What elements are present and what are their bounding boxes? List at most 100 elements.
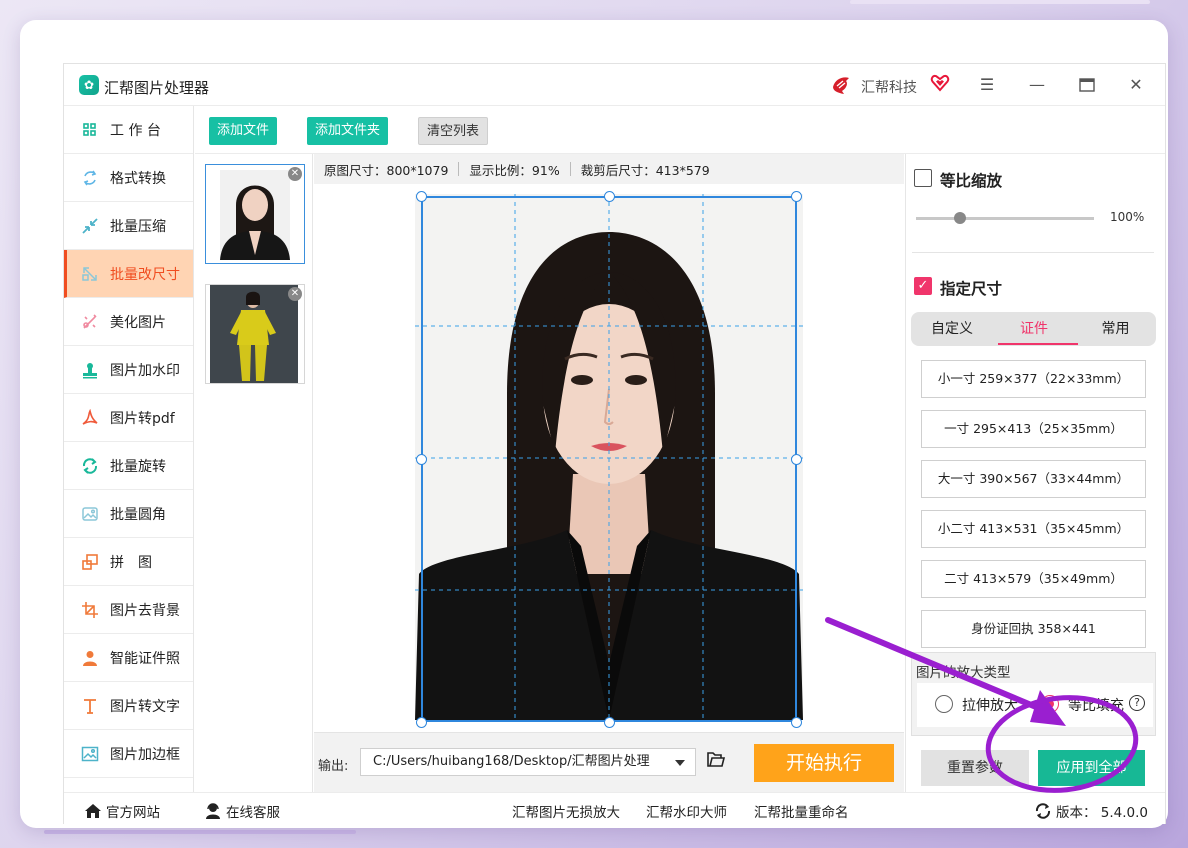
support-icon bbox=[206, 803, 220, 819]
chevron-down-icon[interactable] bbox=[675, 760, 685, 766]
file-thumbnail[interactable]: ✕ bbox=[205, 284, 305, 384]
heart-icon[interactable] bbox=[930, 73, 950, 93]
crop-size: 裁剪后尺寸：413*579 bbox=[580, 162, 710, 178]
size-option-button[interactable]: 一寸 295×413（25×35mm） bbox=[921, 410, 1146, 448]
proportional-checkbox[interactable] bbox=[914, 169, 932, 187]
sidebar-item-label: 图片加水印 bbox=[110, 362, 180, 379]
crop-icon bbox=[80, 600, 100, 620]
maximize-icon[interactable] bbox=[1075, 74, 1099, 96]
scale-percent: 100% bbox=[1110, 210, 1145, 224]
specified-size-checkbox[interactable]: ✓ bbox=[914, 277, 932, 295]
sidebar: 工 作 台 格式转换 批量压缩 批量改尺寸 美化图片 图片加水印 图片转pdf bbox=[64, 106, 194, 792]
app-logo-icon: ✿ bbox=[79, 75, 99, 95]
yellow-suit-thumbnail-image bbox=[210, 285, 298, 383]
footer-link[interactable]: 汇帮批量重命名 bbox=[754, 801, 849, 821]
minimize-icon[interactable]: — bbox=[1025, 74, 1049, 96]
crop-handle[interactable] bbox=[791, 191, 802, 202]
footer-link[interactable]: 汇帮图片无损放大 bbox=[512, 801, 620, 821]
sidebar-item-resize[interactable]: 批量改尺寸 bbox=[64, 250, 193, 298]
sidebar-item-beautify[interactable]: 美化图片 bbox=[64, 298, 193, 346]
sidebar-item-frame[interactable]: 图片加边框 bbox=[64, 730, 193, 778]
tab-common[interactable]: 常用 bbox=[1075, 312, 1156, 346]
sidebar-item-label: 图片转文字 bbox=[110, 698, 180, 715]
crop-handle[interactable] bbox=[791, 717, 802, 728]
tab-id[interactable]: 证件 bbox=[993, 312, 1075, 346]
scale-slider-handle[interactable] bbox=[954, 212, 966, 224]
output-bar: 输出: C:/Users/huibang168/Desktop/汇帮图片处理 开… bbox=[314, 732, 904, 792]
window-card: ✿ 汇帮图片处理器 汇帮科技 ☰ — ✕ 工 作 台 格式转换 批量压缩 批量改… bbox=[20, 20, 1168, 828]
folder-icon[interactable] bbox=[706, 750, 726, 770]
sidebar-item-remove-bg[interactable]: 图片去背景 bbox=[64, 586, 193, 634]
text-icon bbox=[80, 696, 100, 716]
apply-all-button[interactable]: 应用到全部 bbox=[1038, 750, 1145, 786]
sidebar-item-label: 拼 图 bbox=[110, 554, 152, 571]
crop-handle[interactable] bbox=[604, 717, 615, 728]
sidebar-item-label: 智能证件照 bbox=[110, 650, 180, 667]
size-option-button[interactable]: 大一寸 390×567（33×44mm） bbox=[921, 460, 1146, 498]
zoom-type-title: 图片的放大类型 bbox=[916, 665, 1011, 681]
crop-handle[interactable] bbox=[604, 191, 615, 202]
crop-frame[interactable] bbox=[421, 196, 797, 722]
crop-handle[interactable] bbox=[416, 454, 427, 465]
version-info[interactable]: 版本： 5.4.0.0 bbox=[1034, 801, 1148, 821]
convert-icon bbox=[80, 168, 100, 188]
divider bbox=[569, 162, 571, 176]
output-path-value: C:/Users/huibang168/Desktop/汇帮图片处理 bbox=[373, 754, 650, 769]
crop-handle[interactable] bbox=[791, 454, 802, 465]
tab-custom[interactable]: 自定义 bbox=[911, 312, 993, 346]
website-link[interactable]: 官方网站 bbox=[84, 801, 160, 821]
reset-button[interactable]: 重置参数 bbox=[921, 750, 1029, 786]
title-bar: ✿ 汇帮图片处理器 汇帮科技 ☰ — ✕ bbox=[64, 64, 1165, 106]
sidebar-item-convert[interactable]: 格式转换 bbox=[64, 154, 193, 202]
sidebar-item-to-text[interactable]: 图片转文字 bbox=[64, 682, 193, 730]
footer-link[interactable]: 汇帮水印大师 bbox=[646, 801, 727, 821]
add-folder-button[interactable]: 添加文件夹 bbox=[307, 117, 389, 145]
file-thumbnail[interactable]: ✕ bbox=[205, 164, 305, 264]
size-option-button[interactable]: 小二寸 413×531（35×45mm） bbox=[921, 510, 1146, 548]
scale-slider[interactable] bbox=[916, 217, 1094, 220]
help-icon[interactable]: ? bbox=[1129, 695, 1145, 711]
file-list: ✕ ✕ bbox=[195, 154, 313, 792]
sidebar-item-label: 图片转pdf bbox=[110, 410, 175, 427]
sidebar-item-rotate[interactable]: 批量旋转 bbox=[64, 442, 193, 490]
home-icon bbox=[85, 804, 101, 818]
sidebar-item-collage[interactable]: 拼 图 bbox=[64, 538, 193, 586]
add-file-button[interactable]: 添加文件 bbox=[209, 117, 278, 145]
collage-icon bbox=[80, 552, 100, 572]
output-path-select[interactable]: C:/Users/huibang168/Desktop/汇帮图片处理 bbox=[360, 748, 696, 776]
remove-file-icon[interactable]: ✕ bbox=[288, 287, 302, 301]
dashboard-icon bbox=[80, 120, 100, 140]
crop-handle[interactable] bbox=[416, 717, 427, 728]
menu-icon[interactable]: ☰ bbox=[975, 74, 999, 96]
display-scale: 显示比例：91% bbox=[469, 162, 560, 178]
stretch-radio[interactable] bbox=[935, 695, 953, 713]
fill-radio[interactable] bbox=[1041, 695, 1059, 713]
support-link[interactable]: 在线客服 bbox=[204, 801, 280, 821]
size-option-button[interactable]: 小一寸 259×377（22×33mm） bbox=[921, 360, 1146, 398]
start-button[interactable]: 开始执行 bbox=[754, 744, 894, 782]
original-size: 原图尺寸：800*1079 bbox=[324, 162, 449, 178]
size-option-button[interactable]: 二寸 413×579（35×49mm） bbox=[921, 560, 1146, 598]
id-photo-icon bbox=[80, 648, 100, 668]
sidebar-item-label: 图片去背景 bbox=[110, 602, 180, 619]
clear-list-button[interactable]: 清空列表 bbox=[418, 117, 489, 145]
preview-canvas bbox=[314, 184, 904, 732]
background-decoration bbox=[850, 0, 1150, 4]
crop-handle[interactable] bbox=[416, 191, 427, 202]
beautify-icon bbox=[80, 312, 100, 332]
sidebar-item-dashboard[interactable]: 工 作 台 bbox=[64, 106, 193, 154]
size-option-button[interactable]: 身份证回执 358×441 bbox=[921, 610, 1146, 648]
proportional-label: 等比缩放 bbox=[940, 172, 1003, 190]
sidebar-item-pdf[interactable]: 图片转pdf bbox=[64, 394, 193, 442]
sidebar-item-compress[interactable]: 批量压缩 bbox=[64, 202, 193, 250]
sidebar-item-round-corner[interactable]: 批量圆角 bbox=[64, 490, 193, 538]
size-tabs: 自定义 证件 常用 bbox=[911, 312, 1156, 346]
website-label: 官方网站 bbox=[106, 805, 160, 821]
sidebar-item-label: 美化图片 bbox=[110, 314, 166, 331]
close-icon[interactable]: ✕ bbox=[1124, 74, 1148, 96]
sidebar-item-watermark[interactable]: 图片加水印 bbox=[64, 346, 193, 394]
sidebar-item-id-photo[interactable]: 智能证件照 bbox=[64, 634, 193, 682]
remove-file-icon[interactable]: ✕ bbox=[288, 167, 302, 181]
fill-label: 等比填充 bbox=[1068, 698, 1124, 714]
brand-logo-icon bbox=[833, 77, 849, 94]
